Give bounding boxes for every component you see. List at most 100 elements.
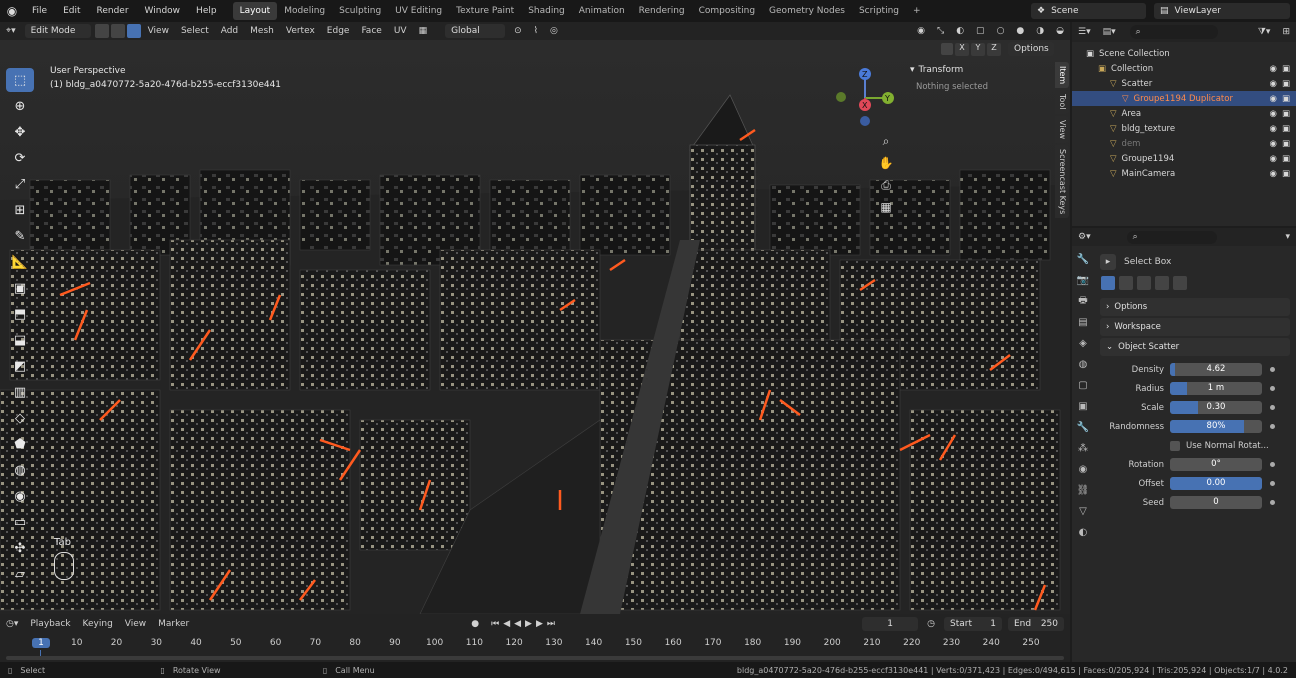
collapse-arrow-icon[interactable]: ▾ <box>910 65 915 75</box>
visibility-eye-icon[interactable]: ◉ <box>1270 154 1277 164</box>
pivot-icon[interactable]: ⊙ <box>508 22 528 40</box>
options-dropdown[interactable]: Options <box>1008 42 1054 56</box>
tab-layout[interactable]: Layout <box>232 2 278 20</box>
keyframe-dot-icon[interactable] <box>1270 386 1275 391</box>
new-collection-icon[interactable]: ⊞ <box>1276 23 1296 41</box>
menu-view[interactable]: View <box>142 22 175 40</box>
spin-icon[interactable]: ◍ <box>6 458 34 482</box>
menu-file[interactable]: File <box>24 0 55 22</box>
keyframe-dot-icon[interactable] <box>1270 367 1275 372</box>
physics-tab-icon[interactable]: ◉ <box>1075 461 1091 477</box>
move-icon[interactable]: ✥ <box>6 120 34 144</box>
navigation-gizmo[interactable]: Z Y X <box>832 64 898 130</box>
record-icon[interactable]: ● <box>465 615 485 633</box>
view-layer-selector[interactable]: ▤ ViewLayer <box>1154 3 1290 19</box>
menu-edit[interactable]: Edit <box>55 0 88 22</box>
mode-subtract-icon[interactable] <box>1137 276 1151 290</box>
section-options[interactable]: › Options <box>1100 298 1290 316</box>
annotate-icon[interactable]: ✎ <box>6 224 34 248</box>
visibility-eye-icon[interactable]: ◉ <box>1270 109 1277 119</box>
gizmo-toggle-icon[interactable]: ⤡ <box>931 22 950 40</box>
tab-sculpting[interactable]: Sculpting <box>332 2 388 20</box>
render-camera-icon[interactable]: ▣ <box>1282 169 1290 179</box>
tab-modeling[interactable]: Modeling <box>277 2 332 20</box>
world-tab-icon[interactable]: ◍ <box>1075 356 1091 372</box>
mode-dropdown[interactable]: Edit Mode <box>24 24 91 38</box>
property-slider[interactable]: 0.00 <box>1170 477 1262 490</box>
sidebar-tab-item[interactable]: Item <box>1055 62 1069 89</box>
section-workspace[interactable]: › Workspace <box>1100 318 1290 336</box>
outliner-item[interactable]: ▽ dem ◉ ▣ <box>1072 136 1296 151</box>
visibility-icon[interactable]: ◉ <box>911 22 931 40</box>
tool-tab-icon[interactable]: 🔧 <box>1075 251 1091 267</box>
property-slider[interactable]: 4.62 <box>1170 363 1262 376</box>
keyframe-dot-icon[interactable] <box>1270 481 1275 486</box>
keyframe-dot-icon[interactable] <box>1270 462 1275 467</box>
visibility-eye-icon[interactable]: ◉ <box>1270 169 1277 179</box>
tab-rendering[interactable]: Rendering <box>632 2 692 20</box>
add-workspace-button[interactable]: + <box>906 2 928 20</box>
render-camera-icon[interactable]: ▣ <box>1282 124 1290 134</box>
menu-select[interactable]: Select <box>175 22 215 40</box>
menu-uv[interactable]: UV <box>388 22 413 40</box>
sidebar-tab-view[interactable]: View <box>1055 115 1069 143</box>
tab-animation[interactable]: Animation <box>572 2 632 20</box>
menu-edge[interactable]: Edge <box>321 22 356 40</box>
grid-icon[interactable]: ▦ <box>413 22 434 40</box>
rotate-icon[interactable]: ⟳ <box>6 146 34 170</box>
section-object-scatter[interactable]: ⌄ Object Scatter <box>1100 338 1290 356</box>
axis-y-toggle[interactable]: Y <box>971 42 985 56</box>
menu-face[interactable]: Face <box>355 22 387 40</box>
menu-add[interactable]: Add <box>215 22 244 40</box>
visibility-eye-icon[interactable]: ◉ <box>1270 64 1277 74</box>
mode-extend-icon[interactable] <box>1119 276 1133 290</box>
outliner-item[interactable]: ▽ Groupe1194 Duplicator ◉ ▣ <box>1072 91 1296 106</box>
face-select-icon[interactable] <box>126 24 141 38</box>
proportional-edit-icon[interactable]: ◎ <box>544 22 564 40</box>
property-slider[interactable]: 0° <box>1170 458 1262 471</box>
select-box-icon[interactable]: ⬚ <box>6 68 34 92</box>
tab-texture-paint[interactable]: Texture Paint <box>449 2 521 20</box>
menu-timeline-view[interactable]: View <box>119 615 152 633</box>
extrude-icon[interactable]: ⬒ <box>6 302 34 326</box>
keyframe-dot-icon[interactable] <box>1270 405 1275 410</box>
outliner-scene-collection[interactable]: ▣ Scene Collection <box>1072 46 1296 61</box>
material-tab-icon[interactable]: ◐ <box>1075 524 1091 540</box>
sidebar-tab-tool[interactable]: Tool <box>1055 90 1069 114</box>
render-camera-icon[interactable]: ▣ <box>1282 139 1290 149</box>
outliner-item[interactable]: ▣ Collection ◉ ▣ <box>1072 61 1296 76</box>
properties-editor-icon[interactable]: ⚙▾ <box>1072 228 1097 246</box>
tab-geometry-nodes[interactable]: Geometry Nodes <box>762 2 852 20</box>
scene-selector[interactable]: ❖ Scene <box>1031 3 1146 19</box>
transform-orientation-dropdown[interactable]: Global <box>445 24 506 38</box>
cursor-icon[interactable]: ⊕ <box>6 94 34 118</box>
outliner-item[interactable]: ▽ MainCamera ◉ ▣ <box>1072 166 1296 181</box>
visibility-eye-icon[interactable]: ◉ <box>1270 94 1277 104</box>
modifier-tab-icon[interactable]: 🔧 <box>1075 419 1091 435</box>
menu-marker[interactable]: Marker <box>152 615 195 633</box>
shading-rendered-icon[interactable]: ◒ <box>1050 22 1070 40</box>
menu-window[interactable]: Window <box>137 0 189 22</box>
shading-wireframe-icon[interactable]: ○ <box>991 22 1011 40</box>
shear-icon[interactable]: ▱ <box>6 562 34 586</box>
scale-icon[interactable]: ⤢ <box>6 172 34 196</box>
menu-vertex[interactable]: Vertex <box>280 22 321 40</box>
mode-intersect-icon[interactable] <box>1173 276 1187 290</box>
inset-icon[interactable]: ⬓ <box>6 328 34 352</box>
menu-render[interactable]: Render <box>89 0 137 22</box>
render-camera-icon[interactable]: ▣ <box>1282 94 1290 104</box>
display-mode-icon[interactable]: ▤▾ <box>1097 23 1122 41</box>
render-camera-icon[interactable]: ▣ <box>1282 154 1290 164</box>
scene-tab-icon[interactable]: ◈ <box>1075 335 1091 351</box>
overlay-icon[interactable]: ◐ <box>950 22 970 40</box>
property-slider[interactable]: 80% <box>1170 420 1262 433</box>
bevel-icon[interactable]: ◩ <box>6 354 34 378</box>
playback-controls[interactable]: ⏮◀◀▶▶⏭ <box>485 615 565 633</box>
menu-keying[interactable]: Keying <box>77 615 119 633</box>
end-frame-field[interactable]: 250 <box>1032 617 1064 631</box>
outliner-item[interactable]: ▽ Groupe1194 ◉ ▣ <box>1072 151 1296 166</box>
transform-icon[interactable]: ⊞ <box>6 198 34 222</box>
clock-icon[interactable]: ◷ <box>921 615 941 633</box>
object-tab-icon[interactable]: ▣ <box>1075 398 1091 414</box>
visibility-eye-icon[interactable]: ◉ <box>1270 124 1277 134</box>
